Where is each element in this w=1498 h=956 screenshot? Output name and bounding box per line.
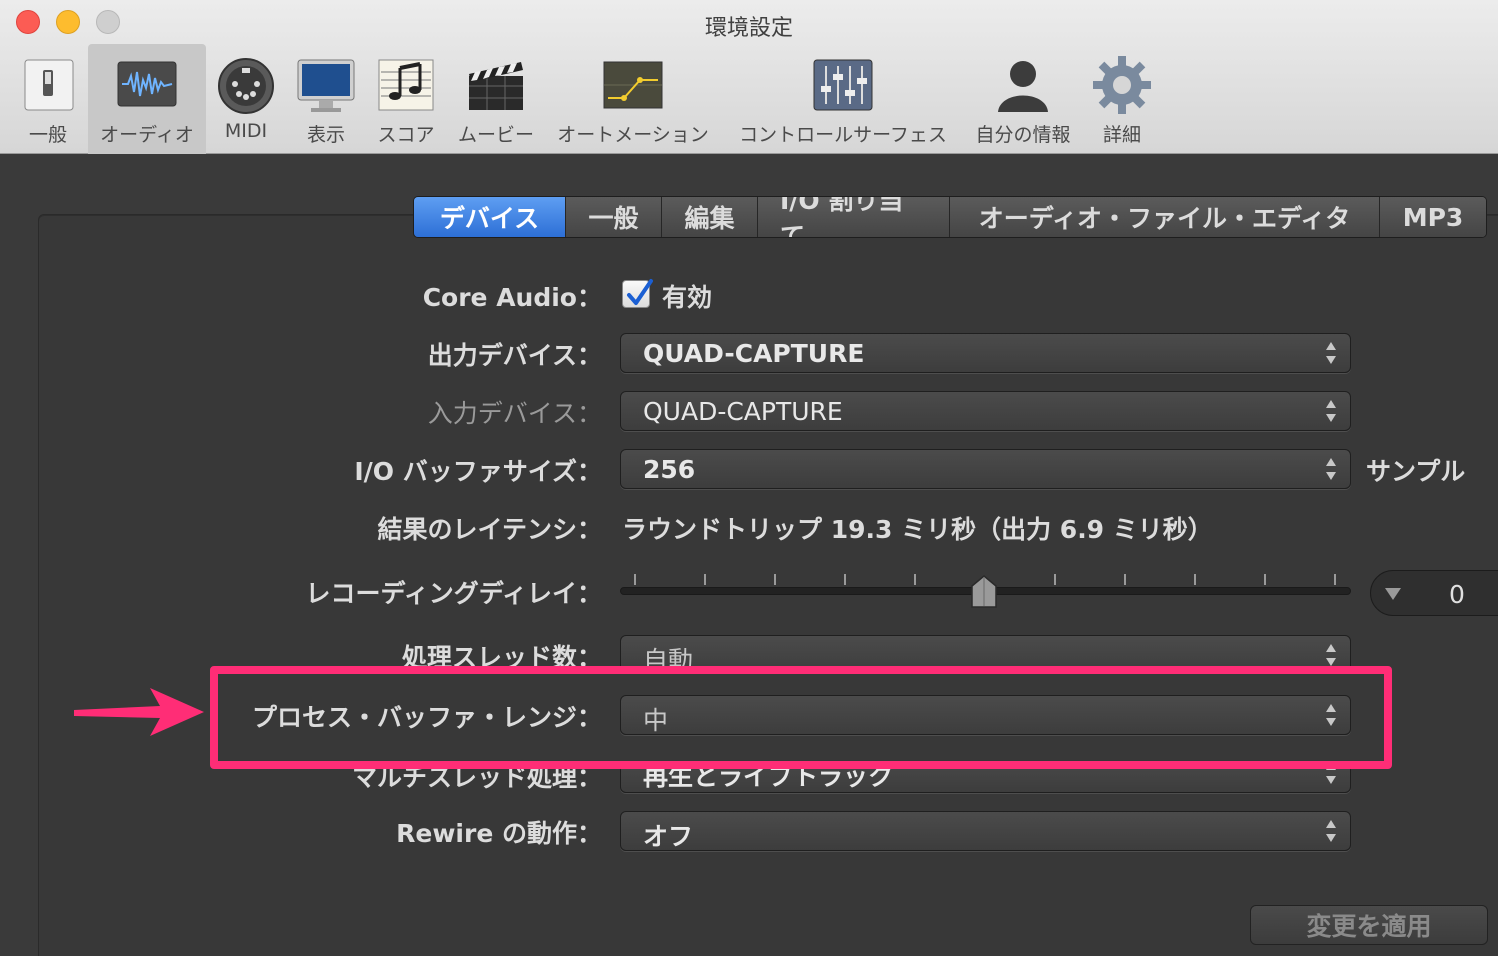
slider-tick — [844, 574, 846, 585]
toolbar-label: 一般 — [28, 124, 67, 146]
recording-delay-value: 0 — [1449, 580, 1465, 609]
slider-tick — [914, 574, 916, 585]
toolbar-item-movie[interactable]: ムービー — [450, 44, 542, 154]
toolbar-item-advanced[interactable]: 詳細 — [1082, 44, 1162, 154]
tab-bar: デバイス 一般 編集 I/O 割り当て オーディオ・ファイル・エディタ MP3 — [413, 196, 1487, 238]
output-device-label: 出力デバイス： — [427, 341, 602, 370]
score-icon — [375, 54, 437, 116]
apply-changes-button[interactable]: 変更を適用 — [1250, 905, 1488, 945]
toolbar-item-my-info[interactable]: 自分の情報 — [972, 44, 1074, 154]
slider-tick — [1054, 574, 1056, 585]
tab-general[interactable]: 一般 — [566, 197, 662, 237]
checkmark-icon — [627, 279, 653, 305]
updown-arrows-icon — [1324, 454, 1338, 484]
triangle-down-icon[interactable] — [1385, 588, 1401, 600]
slider-tick — [774, 574, 776, 585]
slider-tick — [1334, 574, 1336, 585]
input-device-label: 入力デバイス： — [427, 399, 602, 428]
toolbar-item-midi[interactable]: MIDI — [206, 44, 286, 154]
toolbar-item-display[interactable]: 表示 — [286, 44, 366, 154]
monitor-icon — [295, 54, 357, 116]
slider-tick — [704, 574, 706, 585]
io-buffer-value: 256 — [643, 455, 696, 484]
toolbar-label: 詳細 — [1102, 124, 1141, 146]
toolbar-label: 表示 — [306, 124, 345, 146]
core-audio-enabled-label: 有効 — [662, 283, 713, 312]
window-title: 環境設定 — [704, 16, 793, 41]
updown-arrows-icon — [1324, 338, 1338, 368]
slider-tick — [1194, 574, 1196, 585]
recording-delay-stepper[interactable]: 0 — [1370, 570, 1498, 616]
core-audio-label: Core Audio： — [422, 283, 602, 312]
output-device-value: QUAD-CAPTURE — [643, 339, 865, 368]
io-buffer-label: I/O バッファサイズ： — [354, 457, 602, 486]
input-device-value: QUAD-CAPTURE — [643, 397, 843, 426]
updown-arrows-icon — [1324, 816, 1338, 846]
toolbar-label: オートメーション — [557, 124, 709, 146]
faders-icon — [812, 54, 874, 116]
switch-icon — [17, 54, 79, 116]
toolbar-label: スコア — [377, 124, 435, 146]
annotation-arrow-icon — [74, 688, 204, 736]
io-buffer-popup[interactable]: 256 — [620, 449, 1351, 489]
toolbar-item-score[interactable]: スコア — [366, 44, 446, 154]
toolbar-label: ムービー — [457, 124, 534, 146]
gear-icon — [1091, 54, 1153, 116]
core-audio-checkbox[interactable] — [622, 279, 653, 308]
tab-devices[interactable]: デバイス — [414, 197, 566, 237]
automation-icon — [602, 54, 664, 116]
updown-arrows-icon — [1324, 396, 1338, 426]
latency-label: 結果のレイテンシ： — [377, 515, 602, 544]
slider-thumb[interactable] — [969, 574, 999, 610]
title-bar: 環境設定 一般 オーディオ MIDI 表示 スコア ムービー オートメーション … — [0, 0, 1498, 154]
input-device-popup[interactable]: QUAD-CAPTURE — [620, 391, 1351, 431]
rewire-popup[interactable]: オフ — [620, 811, 1351, 851]
slider-tick — [634, 574, 636, 585]
toolbar-item-audio[interactable]: オーディオ — [88, 44, 206, 154]
annotation-highlight-box — [210, 666, 1392, 769]
toolbar-label: 自分の情報 — [975, 124, 1071, 146]
recording-delay-label: レコーディングディレイ： — [305, 579, 602, 608]
tab-audio-file-editor[interactable]: オーディオ・ファイル・エディタ — [950, 197, 1380, 237]
toolbar-label: MIDI — [224, 120, 268, 142]
rewire-value: オフ — [643, 822, 694, 851]
tab-mp3[interactable]: MP3 — [1380, 197, 1486, 237]
slider-tick — [1264, 574, 1266, 585]
slider-tick — [1124, 574, 1126, 585]
toolbar-item-control-surfaces[interactable]: コントロールサーフェス — [730, 44, 956, 154]
latency-value: ラウンドトリップ 19.3 ミリ秒（出力 6.9 ミリ秒） — [622, 515, 1213, 544]
toolbar-item-general[interactable]: 一般 — [8, 44, 88, 154]
tab-editing[interactable]: 編集 — [662, 197, 758, 237]
toolbar-label: コントロールサーフェス — [739, 124, 947, 146]
rewire-label: Rewire の動作： — [396, 819, 602, 848]
clapper-icon — [465, 54, 527, 116]
toolbar-label: オーディオ — [100, 124, 194, 146]
io-buffer-unit: サンプル — [1366, 457, 1466, 486]
person-icon — [992, 54, 1054, 116]
midi-port-icon — [215, 54, 277, 116]
waveform-icon — [116, 54, 178, 116]
toolbar-item-automation[interactable]: オートメーション — [552, 44, 714, 154]
tab-io-assignments[interactable]: I/O 割り当て — [758, 197, 950, 237]
output-device-popup[interactable]: QUAD-CAPTURE — [620, 333, 1351, 373]
